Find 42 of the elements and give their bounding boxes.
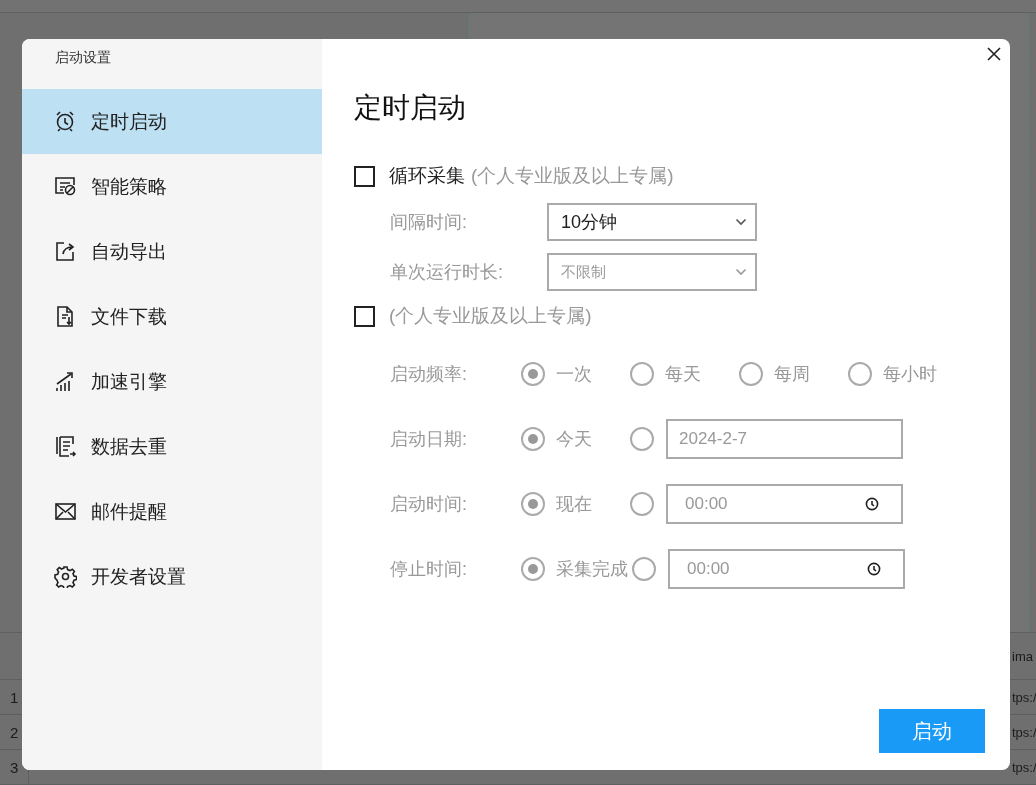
note-text: (个人专业版及以上专属) [389, 304, 592, 328]
document-blocked-icon [54, 175, 77, 198]
export-icon [54, 240, 77, 263]
sidebar-item[interactable]: 开发者设置 [22, 544, 322, 609]
option-label: 每天 [665, 363, 701, 386]
table-cell: tps:/ [1012, 689, 1036, 705]
sidebar-item[interactable]: 数据去重 [22, 414, 322, 479]
dropdown[interactable]: 10分钟 [547, 203, 757, 241]
sidebar-item[interactable]: 定时启动 [22, 89, 322, 154]
option-label: 每小时 [883, 363, 937, 386]
table-header-cell-text: ima [1012, 648, 1034, 664]
sidebar-item[interactable]: 智能策略 [22, 154, 322, 219]
sidebar-item[interactable]: 自动导出 [22, 219, 322, 284]
field-label: 停止时间: [390, 558, 468, 581]
field-label: 单次运行时长: [390, 261, 504, 284]
option-label: 现在 [556, 493, 592, 516]
list-document-icon [54, 435, 77, 458]
mail-icon [54, 500, 77, 523]
sidebar-title: 启动设置 [54, 48, 112, 67]
clock-icon [867, 562, 881, 576]
field-label: 启动时间: [390, 493, 468, 516]
option-label: 采集完成 [556, 558, 628, 581]
table-cell: tps:/ [1012, 724, 1036, 740]
field-label: 间隔时间: [390, 211, 468, 234]
field-label: 启动频率: [390, 363, 468, 386]
close-icon [986, 46, 1002, 62]
field-label: 启动日期: [390, 428, 468, 451]
sidebar-item[interactable]: 加速引擎 [22, 349, 322, 414]
checkbox[interactable] [354, 165, 375, 187]
clock-icon [865, 497, 879, 511]
sidebar-item[interactable]: 文件下载 [22, 284, 322, 349]
caret-icon [735, 218, 747, 226]
caret-icon [735, 268, 747, 276]
option-label: 今天 [556, 428, 592, 451]
option-label: 每周 [774, 363, 810, 386]
settings-icon [54, 565, 77, 588]
sidebar-item[interactable]: 邮件提醒 [22, 479, 322, 544]
table-cell: tps:/ [1012, 759, 1036, 775]
dialog-title: 定时启动 [354, 91, 467, 125]
option-label: 一次 [556, 363, 592, 386]
checkbox-label: 循环采集 [389, 164, 465, 188]
note-text: (个人专业版及以上专属) [471, 164, 674, 188]
